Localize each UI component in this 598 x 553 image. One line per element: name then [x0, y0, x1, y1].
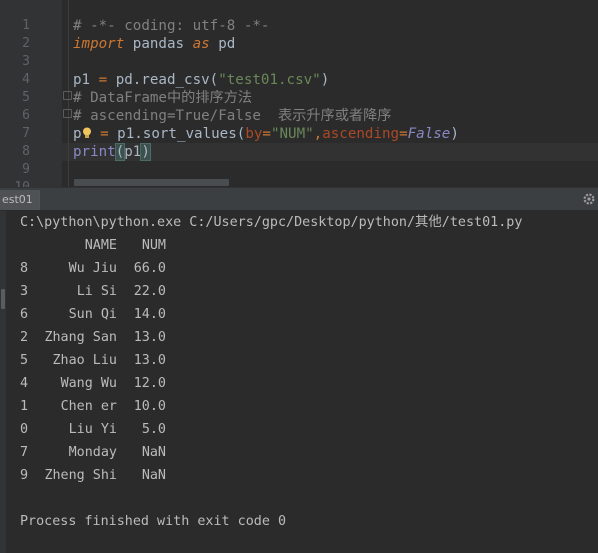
line-number: 4 — [22, 72, 30, 87]
code-line[interactable]: p = p1.sort_values(by="NUM",ascending=Fa… — [73, 125, 459, 143]
row-num: NaN — [141, 445, 166, 460]
row-num: 12.0 — [133, 376, 166, 391]
code-token: # -*- coding: utf-8 -*- — [73, 18, 270, 34]
code-line[interactable]: # -*- coding: utf-8 -*- — [73, 17, 269, 35]
code-token: pandas — [124, 36, 193, 52]
code-token: ) — [450, 126, 459, 142]
row-num: 5.0 — [141, 422, 166, 437]
lightbulb-icon[interactable] — [82, 127, 92, 139]
line-number: 6 — [22, 108, 30, 123]
code-token: by — [245, 126, 263, 142]
gear-icon[interactable] — [582, 192, 596, 206]
run-tab-label: est01 — [2, 193, 33, 206]
line-number: 1 — [22, 18, 30, 33]
code-token: , — [313, 126, 323, 142]
exit-message: Process finished with exit code 0 — [20, 514, 287, 529]
code-token: ascending — [322, 126, 400, 142]
horizontal-scrollbar[interactable] — [74, 179, 229, 186]
code-token: as — [192, 36, 210, 52]
code-token: print — [73, 144, 116, 160]
code-token: # ascending=True/False 表示升序或者降序 — [73, 108, 392, 124]
code-line[interactable]: print(p1) — [73, 143, 151, 161]
code-token: ) — [140, 143, 151, 161]
code-token: pd — [209, 36, 236, 52]
column-header-num: NUM — [141, 238, 166, 253]
code-token: import — [73, 36, 125, 52]
code-token: ( — [114, 143, 126, 161]
fold-marker-icon[interactable] — [63, 91, 72, 100]
code-token: False — [407, 126, 451, 142]
code-token: ) — [320, 72, 330, 88]
line-number: 2 — [22, 36, 30, 51]
row-num: 10.0 — [133, 399, 166, 414]
command-line: C:\python\python.exe C:/Users/gpc/Deskto… — [20, 215, 523, 230]
code-line[interactable]: # ascending=True/False 表示升序或者降序 — [73, 107, 392, 125]
row-num: NaN — [141, 468, 166, 483]
code-token: p1 — [124, 144, 142, 160]
run-tool-window-header: est01 — [0, 187, 598, 211]
code-line[interactable]: # DataFrame中的排序方法 — [73, 89, 252, 107]
line-number: 9 — [22, 162, 30, 177]
line-number: 7 — [22, 126, 30, 141]
line-number: 3 — [22, 54, 30, 69]
row-num: 14.0 — [133, 307, 166, 322]
code-token: p — [73, 126, 82, 142]
code-token: p1 — [73, 72, 99, 88]
line-number: 10 — [0, 179, 30, 187]
code-line[interactable]: import pandas as pd — [73, 35, 235, 53]
code-token: = — [100, 126, 109, 142]
code-editor[interactable]: 12345678910 # -*- coding: utf-8 -*-impor… — [0, 0, 598, 187]
code-line[interactable]: p1 = pd.read_csv("test01.csv") — [73, 71, 329, 89]
run-tab-test01[interactable]: est01 — [0, 190, 40, 210]
line-number: 5 — [22, 90, 30, 105]
code-token: # DataFrame中的排序方法 — [73, 90, 253, 106]
row-num: 13.0 — [133, 353, 166, 368]
code-token: = — [399, 126, 408, 142]
code-token: "test01.csv" — [218, 72, 321, 88]
row-num: 13.0 — [133, 330, 166, 345]
fold-marker-icon[interactable] — [63, 109, 72, 118]
row-num: 66.0 — [133, 261, 166, 276]
code-token: pd.read_csv( — [107, 72, 219, 88]
code-token: p1.sort_values( — [108, 126, 246, 142]
code-token: "NUM" — [270, 126, 314, 142]
line-number: 8 — [22, 144, 30, 159]
code-token: = — [262, 126, 271, 142]
row-num: 22.0 — [133, 284, 166, 299]
run-console[interactable]: C:\python\python.exe C:/Users/gpc/Deskto… — [0, 211, 598, 553]
code-token: = — [98, 72, 108, 88]
